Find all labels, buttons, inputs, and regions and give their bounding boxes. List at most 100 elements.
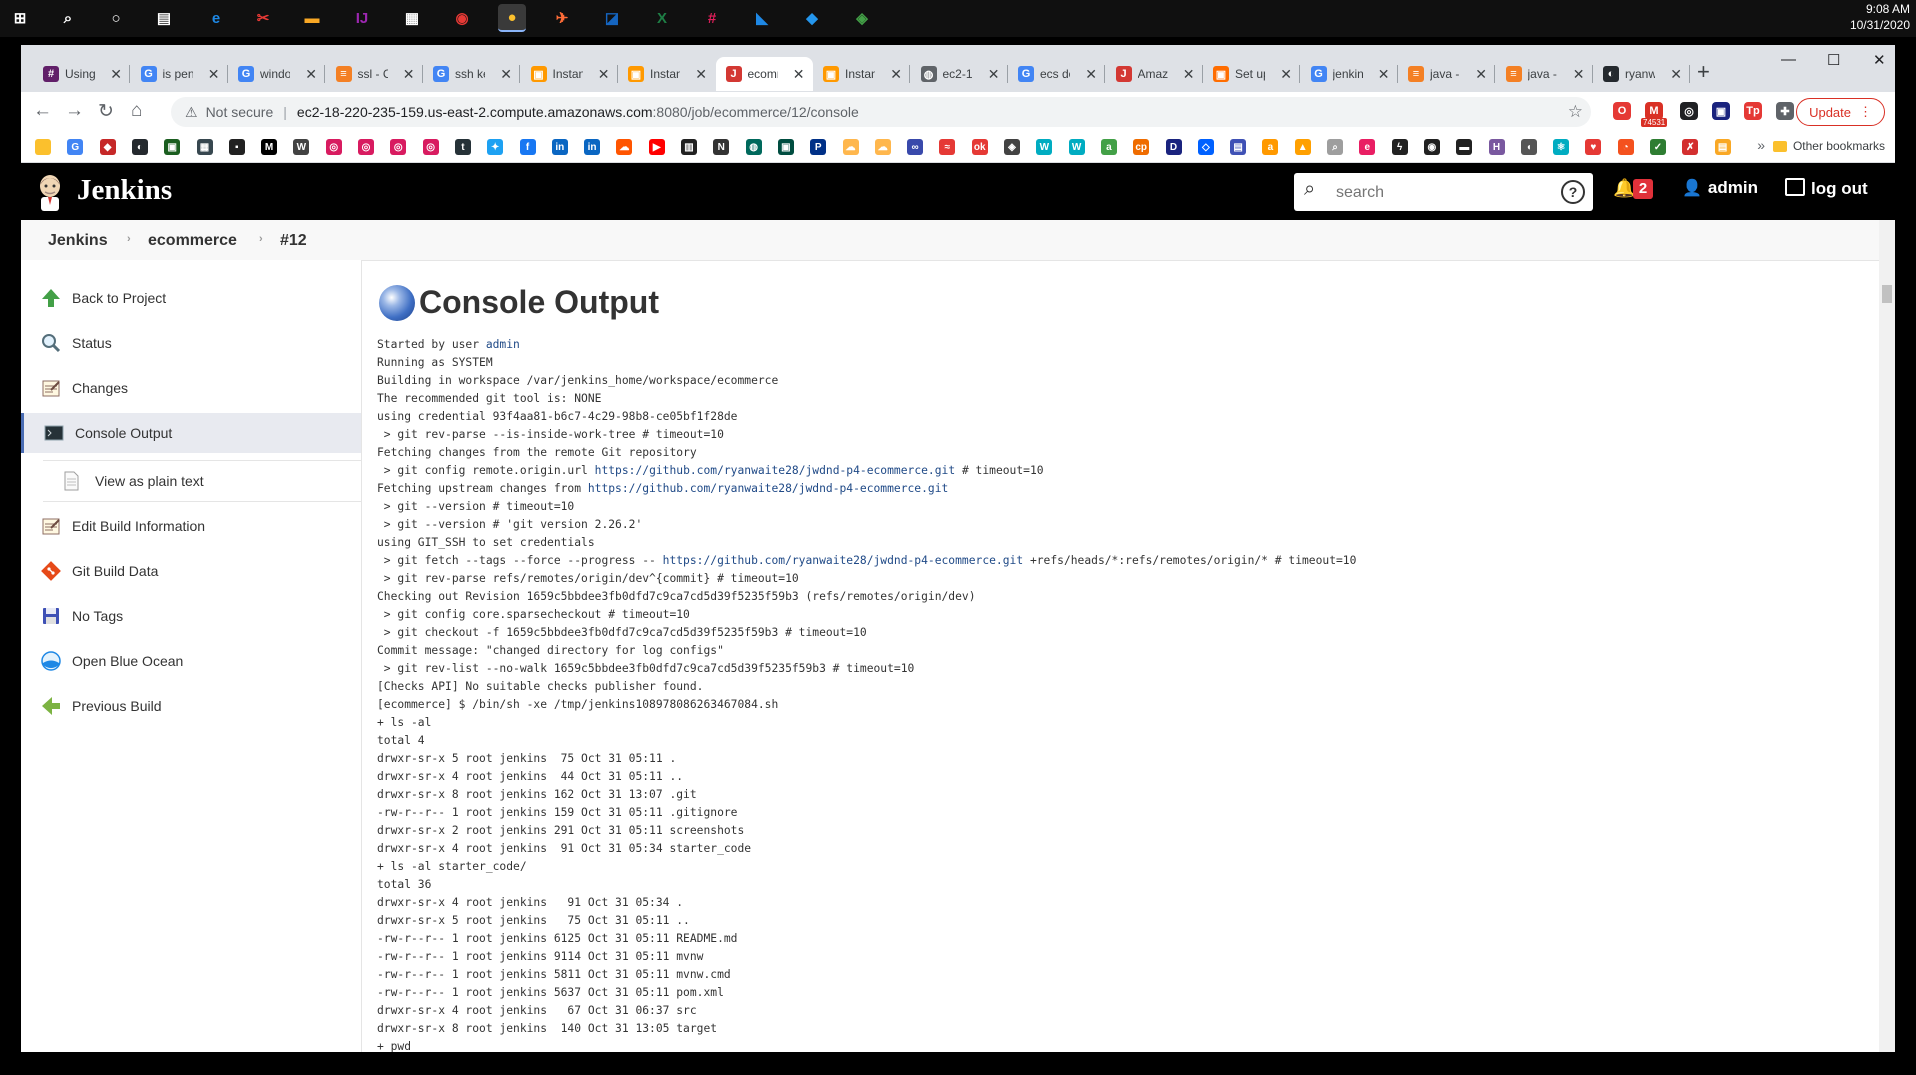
instagram-bookmark-icon[interactable]: ◎: [422, 139, 439, 155]
browser-tab[interactable]: ◐ ryanw ✕: [1593, 57, 1690, 91]
notification-badge[interactable]: 2: [1633, 179, 1653, 199]
puzzle-extension-icon[interactable]: ✚: [1776, 102, 1794, 120]
vscode-icon[interactable]: ◣: [748, 4, 776, 32]
console-link[interactable]: https://github.com/ryanwaite28/jwdnd-p4-…: [595, 464, 955, 477]
forward-button[interactable]: →: [65, 100, 84, 122]
tab-close-icon[interactable]: ✕: [500, 66, 512, 83]
github-bookmark-icon[interactable]: ◐: [131, 139, 148, 155]
w-bookmark-icon[interactable]: W: [1068, 139, 1085, 155]
medium-bookmark-icon[interactable]: M: [261, 139, 278, 155]
cloud-bookmark-icon[interactable]: ☁: [874, 139, 891, 155]
among-us-icon[interactable]: ◉: [448, 4, 476, 32]
intellij-icon[interactable]: IJ: [348, 4, 376, 32]
address-bar[interactable]: ⚠ Not secure | ec2-18-220-235-159.us-eas…: [171, 97, 1591, 127]
bookmark-star-icon[interactable]: ☆: [1568, 102, 1583, 122]
tab-close-icon[interactable]: ✕: [1085, 66, 1097, 83]
scrollbar-thumb[interactable]: [1882, 285, 1892, 303]
postman-icon[interactable]: ✈: [548, 4, 576, 32]
terminal-extension-icon[interactable]: ▣: [1712, 102, 1730, 120]
tab-close-icon[interactable]: ✕: [1670, 66, 1682, 83]
file-explorer-icon[interactable]: ▬: [298, 4, 326, 32]
maximize-button[interactable]: ☐: [1827, 51, 1840, 69]
link-bookmark-icon[interactable]: ∞: [907, 139, 924, 155]
instagram-bookmark-icon[interactable]: ◎: [390, 139, 407, 155]
google-bookmark-icon[interactable]: G: [67, 139, 84, 155]
jenkins-logo-icon[interactable]: [35, 173, 65, 211]
sidebar-item-view-as-plain-text[interactable]: View as plain text: [43, 461, 361, 501]
tab-close-icon[interactable]: ✕: [1475, 66, 1487, 83]
cloud-bookmark-icon[interactable]: ☁: [842, 139, 859, 155]
system-clock[interactable]: 9:08 AM 10/31/2020: [1850, 1, 1910, 33]
sidebar-item-edit-build-information[interactable]: Edit Build Information: [21, 506, 361, 546]
browser-tab[interactable]: ≡ java - ✕: [1496, 57, 1593, 91]
help-icon[interactable]: ?: [1561, 180, 1585, 204]
tab-close-icon[interactable]: ✕: [988, 66, 1000, 83]
browser-tab[interactable]: Gjenkin ✕: [1301, 57, 1398, 91]
bookmarks-overflow-button[interactable]: »: [1757, 137, 1765, 153]
sourcetree-icon[interactable]: ◈: [848, 4, 876, 32]
not-secure-label[interactable]: Not secure: [206, 104, 274, 120]
flame-bookmark-icon[interactable]: ▲: [1294, 139, 1311, 155]
update-button[interactable]: Update ⋮: [1796, 98, 1885, 126]
cp-bookmark-icon[interactable]: cp: [1133, 139, 1150, 155]
paypal-bookmark-icon[interactable]: P: [810, 139, 827, 155]
tab-close-icon[interactable]: ✕: [1280, 66, 1292, 83]
dropbox-bookmark-icon[interactable]: ◇: [1197, 139, 1214, 155]
tab-close-icon[interactable]: ✕: [890, 66, 902, 83]
browser-tab[interactable]: J Amazo ✕: [1106, 57, 1203, 91]
user-menu[interactable]: 👤 admin: [1682, 178, 1758, 198]
store-icon[interactable]: ▦: [398, 4, 426, 32]
cortana-icon[interactable]: ○: [102, 4, 130, 32]
console-link[interactable]: https://github.com/ryanwaite28/jwdnd-p4-…: [588, 482, 948, 495]
w-bookmark-icon[interactable]: W: [1036, 139, 1053, 155]
minimize-button[interactable]: —: [1781, 51, 1796, 68]
new-tab-button[interactable]: +: [1697, 59, 1710, 85]
youtube-bookmark-icon[interactable]: ▶: [648, 139, 665, 155]
terminal-bookmark-icon[interactable]: ▣: [164, 139, 181, 155]
sidebar-item-open-blue-ocean[interactable]: Open Blue Ocean: [21, 641, 361, 681]
imdb-bookmark-icon[interactable]: ▥: [681, 139, 697, 155]
console-link[interactable]: https://github.com/ryanwaite28/jwdnd-p4-…: [663, 554, 1023, 567]
tab-close-icon[interactable]: ✕: [1378, 66, 1390, 83]
apple-bookmark-icon[interactable]: ◖: [1520, 139, 1537, 155]
d-bookmark-icon[interactable]: D: [1165, 139, 1182, 155]
ok-bookmark-icon[interactable]: ok: [971, 139, 988, 155]
reload-button[interactable]: ↻: [98, 100, 114, 123]
sidebar-item-no-tags[interactable]: No Tags: [21, 596, 361, 636]
breadcrumb-ecommerce[interactable]: ecommerce: [148, 232, 237, 250]
tab-close-icon[interactable]: ✕: [793, 66, 805, 83]
sidebar-item-console-output[interactable]: Console Output: [21, 413, 361, 453]
facebook-bookmark-icon[interactable]: f: [519, 139, 536, 155]
browser-tab[interactable]: Gssh ke ✕: [423, 57, 520, 91]
x-bookmark-icon[interactable]: ✗: [1682, 139, 1699, 155]
console-output[interactable]: Started by user admin Running as SYSTEM Bu…: [377, 336, 1356, 1052]
instagram-bookmark-icon[interactable]: ◎: [325, 139, 342, 155]
excel-icon[interactable]: X: [648, 4, 676, 32]
bolt-bookmark-icon[interactable]: ϟ: [1391, 139, 1408, 155]
tab-close-icon[interactable]: ✕: [305, 66, 317, 83]
browser-tab[interactable]: ▣ Set up ✕: [1203, 57, 1300, 91]
tab-close-icon[interactable]: ✕: [598, 66, 610, 83]
bag-bookmark-icon[interactable]: ▤: [1230, 139, 1247, 155]
remote-desktop-icon[interactable]: ◪: [598, 4, 626, 32]
react-bookmark-icon[interactable]: ⚛: [1553, 139, 1570, 155]
task-view-icon[interactable]: ▤: [150, 4, 178, 32]
browser-tab[interactable]: # Using ✕: [33, 57, 130, 91]
console-link[interactable]: admin: [486, 338, 520, 351]
tab-close-icon[interactable]: ✕: [208, 66, 220, 83]
tab-close-icon[interactable]: ✕: [1183, 66, 1195, 83]
browser-tab[interactable]: Jecomm ✕: [715, 57, 813, 91]
docker-icon[interactable]: ◆: [798, 4, 826, 32]
back-button[interactable]: ←: [33, 100, 52, 122]
browser-tab[interactable]: ≡ ssl - C ✕: [326, 57, 423, 91]
wiki-bookmark-icon[interactable]: W: [293, 139, 310, 155]
twitter-bookmark-icon[interactable]: ✦: [487, 139, 504, 155]
tab-close-icon[interactable]: ✕: [403, 66, 415, 83]
browser-tab[interactable]: ▣ Instan ✕: [813, 57, 910, 91]
diamond-bookmark-icon[interactable]: ◈: [1004, 139, 1020, 155]
browser-tab[interactable]: Gwindo ✕: [228, 57, 325, 91]
notion-bookmark-icon[interactable]: N: [713, 139, 730, 155]
browser-tab[interactable]: ▣ Instan ✕: [521, 57, 618, 91]
heroku-bookmark-icon[interactable]: H: [1488, 139, 1505, 155]
browser-tab[interactable]: Gecs do ✕: [1008, 57, 1105, 91]
